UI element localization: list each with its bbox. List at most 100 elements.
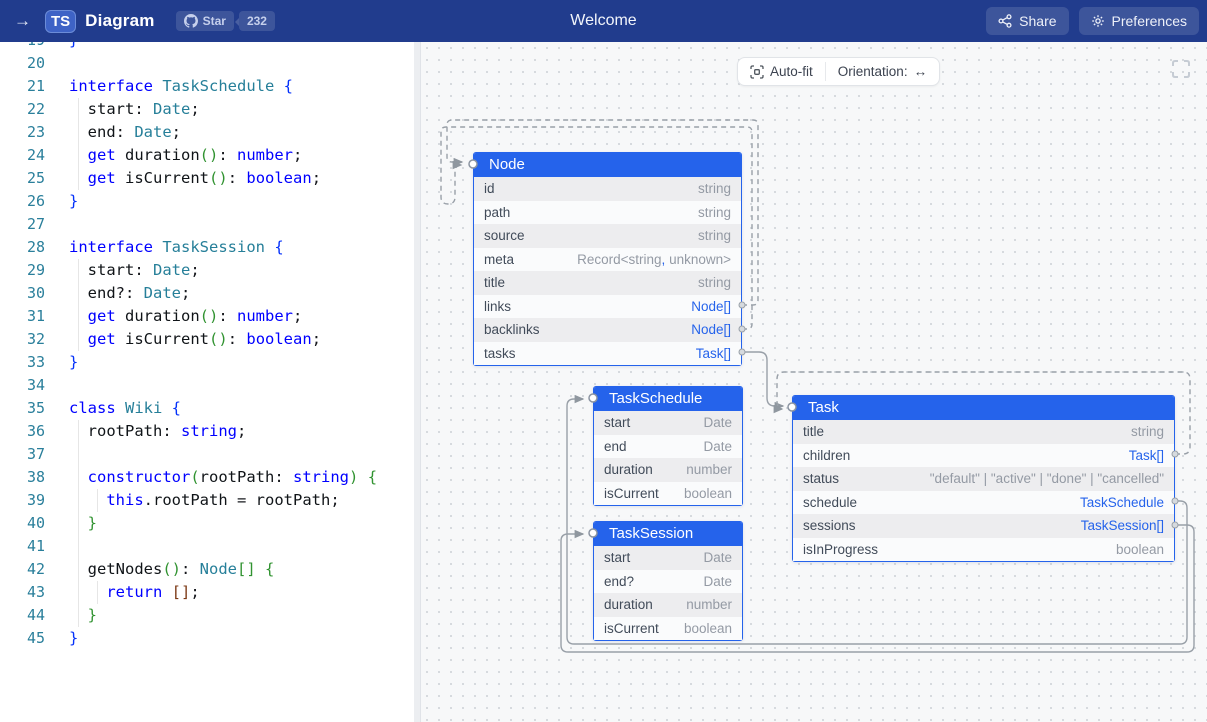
preferences-button[interactable]: Preferences <box>1079 7 1199 35</box>
editor-line: 45} <box>0 627 413 650</box>
star-label: Star <box>203 14 226 28</box>
line-number: 36 <box>0 420 45 443</box>
field-type[interactable]: Task[] <box>696 342 731 366</box>
orientation-button[interactable]: Orientation: ↔ <box>826 58 939 85</box>
field-name: tasks <box>484 342 516 366</box>
sidebar-toggle-arrow-icon[interactable]: → <box>14 11 36 31</box>
line-number: 27 <box>0 213 45 236</box>
table-row-node-path: pathstring <box>474 201 741 225</box>
editor-line: 19} <box>0 42 413 52</box>
line-number: 23 <box>0 121 45 144</box>
editor-line: 34 <box>0 374 413 397</box>
share-label: Share <box>1019 13 1056 29</box>
field-name: title <box>803 420 824 444</box>
line-number: 40 <box>0 512 45 535</box>
top-bar: → TS Diagram Star 232 Welcome Share Pref… <box>0 0 1207 42</box>
line-number: 22 <box>0 98 45 121</box>
line-number: 34 <box>0 374 45 397</box>
field-type[interactable]: Record<string, unknown> <box>577 248 731 272</box>
github-star-button[interactable]: Star 232 <box>176 11 275 31</box>
table-header-task[interactable]: Task <box>793 396 1174 420</box>
orientation-arrow-icon: ↔ <box>914 64 928 79</box>
table-header-node[interactable]: Node <box>474 153 741 177</box>
editor-line: 23 end: Date; <box>0 121 413 144</box>
line-number: 42 <box>0 558 45 581</box>
field-type[interactable]: TaskSchedule <box>1080 491 1164 515</box>
field-name: links <box>484 295 511 319</box>
table-node[interactable]: NodeidstringpathstringsourcestringmetaRe… <box>473 152 742 366</box>
field-name: isCurrent <box>604 482 659 506</box>
line-number: 43 <box>0 581 45 604</box>
table-row-tasksession-duration: durationnumber <box>594 593 742 617</box>
table-row-node-links: links Node[] <box>474 295 741 319</box>
table-row-node-title: titlestring <box>474 271 741 295</box>
diagram-canvas[interactable]: NodeidstringpathstringsourcestringmetaRe… <box>421 42 1207 722</box>
share-button[interactable]: Share <box>986 7 1068 35</box>
field-name: status <box>803 467 839 491</box>
code-editor[interactable]: 19}2021interface TaskSchedule {22 start:… <box>0 42 413 722</box>
editor-line: 28interface TaskSession { <box>0 236 413 259</box>
table-tasksession[interactable]: TaskSessionstartDateend?Datedurationnumb… <box>593 521 743 641</box>
field-type: number <box>686 593 732 617</box>
field-type[interactable]: TaskSession[] <box>1081 514 1164 538</box>
editor-line: 42 getNodes(): Node[] { <box>0 558 413 581</box>
line-number: 33 <box>0 351 45 374</box>
fullscreen-button[interactable] <box>1169 58 1193 82</box>
editor-lines: 19}2021interface TaskSchedule {22 start:… <box>0 42 413 650</box>
auto-fit-icon <box>750 65 764 79</box>
editor-line: 22 start: Date; <box>0 98 413 121</box>
star-count-badge: 232 <box>239 11 275 31</box>
github-icon <box>184 14 198 28</box>
line-number: 29 <box>0 259 45 282</box>
field-type[interactable]: Node[] <box>691 295 731 319</box>
field-type[interactable]: Node[] <box>691 318 731 342</box>
field-type: boolean <box>1116 538 1164 562</box>
editor-line: 26} <box>0 190 413 213</box>
editor-line: 43 return []; <box>0 581 413 604</box>
field-name: meta <box>484 248 514 272</box>
line-number: 26 <box>0 190 45 213</box>
line-number: 20 <box>0 52 45 75</box>
line-number: 30 <box>0 282 45 305</box>
auto-fit-button[interactable]: Auto-fit <box>738 58 825 85</box>
editor-line: 41 <box>0 535 413 558</box>
table-row-node-backlinks: backlinksNode[] <box>474 318 741 342</box>
table-task[interactable]: TasktitlestringchildrenTask[]status"defa… <box>792 395 1175 562</box>
line-number: 24 <box>0 144 45 167</box>
editor-line: 38 constructor(rootPath: string) { <box>0 466 413 489</box>
editor-line: 36 rootPath: string; <box>0 420 413 443</box>
line-number: 25 <box>0 167 45 190</box>
table-row-task-children: children Task[] <box>793 444 1174 468</box>
line-number: 45 <box>0 627 45 650</box>
table-row-taskschedule-end: endDate <box>594 435 742 459</box>
table-row-task-sessions: sessions TaskSession[] <box>793 514 1174 538</box>
field-type: string <box>698 177 731 201</box>
field-type: Date <box>703 546 732 570</box>
share-icon <box>998 14 1012 28</box>
table-row-taskschedule-isCurrent: isCurrentboolean <box>594 482 742 506</box>
editor-line: 21interface TaskSchedule { <box>0 75 413 98</box>
diagram-edges-layer <box>421 42 1207 722</box>
table-header-tasksession[interactable]: TaskSession <box>594 522 742 546</box>
panel-resizer[interactable] <box>413 42 421 722</box>
editor-line: 29 start: Date; <box>0 259 413 282</box>
table-header-taskschedule[interactable]: TaskSchedule <box>594 387 742 411</box>
editor-line: 31 get duration(): number; <box>0 305 413 328</box>
line-number: 32 <box>0 328 45 351</box>
field-type: Date <box>703 570 732 594</box>
field-name: start <box>604 546 630 570</box>
editor-line: 39 this.rootPath = rootPath; <box>0 489 413 512</box>
table-taskschedule[interactable]: TaskSchedulestartDateendDatedurationnumb… <box>593 386 743 506</box>
auto-fit-label: Auto-fit <box>770 64 813 79</box>
line-number: 44 <box>0 604 45 627</box>
line-number: 31 <box>0 305 45 328</box>
editor-line: 27 <box>0 213 413 236</box>
table-row-taskschedule-start: startDate <box>594 411 742 435</box>
field-name: duration <box>604 458 653 482</box>
field-name: children <box>803 444 850 468</box>
edge-node-tasks-to-task <box>742 352 783 406</box>
field-type[interactable]: Task[] <box>1129 444 1164 468</box>
field-name: sessions <box>803 514 856 538</box>
line-number: 37 <box>0 443 45 466</box>
editor-line: 32 get isCurrent(): boolean; <box>0 328 413 351</box>
